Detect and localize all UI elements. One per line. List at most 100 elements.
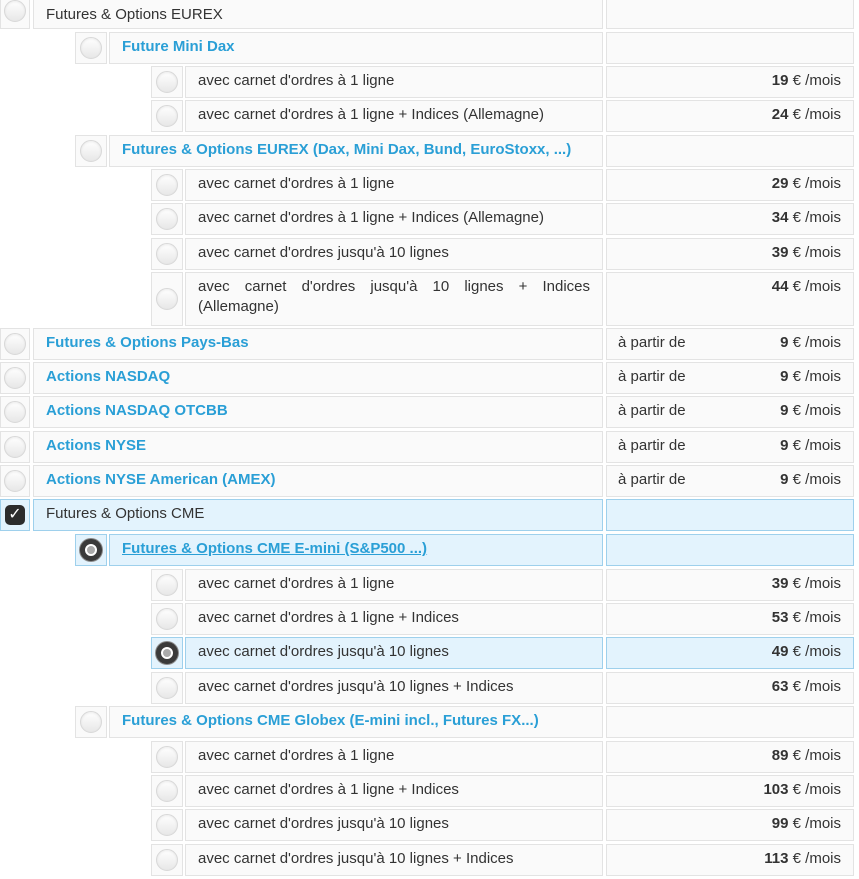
option-radio-cell[interactable] [151, 741, 183, 773]
checkbox-icon[interactable] [4, 436, 26, 458]
option-radio-cell[interactable] [151, 238, 183, 270]
group-radio-cell[interactable] [75, 135, 107, 167]
price-cell: 89 € /mois [606, 741, 854, 773]
radio-icon[interactable] [156, 208, 178, 230]
market-checkbox-cell[interactable] [0, 362, 30, 394]
radio-icon[interactable] [156, 746, 178, 768]
option-row[interactable]: avec carnet d'ordres jusqu'à 10 lignes +… [0, 672, 859, 704]
group-label[interactable]: Futures & Options CME E-mini (S&P500 ...… [109, 534, 603, 566]
group-radio-cell[interactable] [75, 534, 107, 566]
radio-icon[interactable] [156, 105, 178, 127]
option-radio-cell[interactable] [151, 637, 183, 669]
option-radio-cell[interactable] [151, 672, 183, 704]
price-cell: 24 € /mois [606, 100, 854, 132]
radio-selected-icon[interactable] [156, 642, 178, 664]
checkbox-icon[interactable] [4, 401, 26, 423]
radio-icon[interactable] [156, 814, 178, 836]
market-checkbox-cell[interactable] [0, 431, 30, 463]
option-radio-cell[interactable] [151, 169, 183, 201]
option-row-selected[interactable]: avec carnet d'ordres jusqu'à 10 lignes 4… [0, 637, 859, 669]
market-checkbox-cell[interactable] [0, 465, 30, 497]
price: 9 € /mois [780, 334, 841, 351]
option-row[interactable]: avec carnet d'ordres jusqu'à 10 lignes +… [0, 844, 859, 876]
market-checkbox-cell[interactable] [0, 0, 30, 29]
price-from: à partir de [618, 437, 686, 454]
option-row[interactable]: avec carnet d'ordres à 1 ligne 19 € /moi… [0, 66, 859, 98]
group-label[interactable]: Future Mini Dax [109, 32, 603, 64]
market-label[interactable]: Futures & Options Pays-Bas [33, 328, 603, 360]
group-row-cme-emini: Futures & Options CME E-mini (S&P500 ...… [0, 534, 859, 566]
group-radio-cell[interactable] [75, 32, 107, 64]
option-radio-cell[interactable] [151, 809, 183, 841]
market-checkbox-cell[interactable] [0, 396, 30, 428]
group-row-mini-dax: Future Mini Dax [0, 32, 859, 64]
market-label[interactable]: Actions NASDAQ [33, 362, 603, 394]
price: 113 € /mois [764, 850, 841, 867]
option-row[interactable]: avec carnet d'ordres à 1 ligne + Indices… [0, 100, 859, 132]
price: 39 € /mois [771, 244, 841, 261]
price: 39 € /mois [771, 575, 841, 592]
radio-icon[interactable] [156, 608, 178, 630]
radio-icon[interactable] [156, 574, 178, 596]
option-row[interactable]: avec carnet d'ordres à 1 ligne + Indices… [0, 775, 859, 807]
option-radio-cell[interactable] [151, 569, 183, 601]
price: 44 € /mois [771, 278, 841, 295]
option-row[interactable]: avec carnet d'ordres à 1 ligne + Indices… [0, 203, 859, 235]
checkmark-icon[interactable]: ✓ [5, 505, 25, 525]
market-row-cme: ✓ Futures & Options CME [0, 499, 859, 531]
price-cell [606, 706, 854, 738]
radio-icon[interactable] [156, 849, 178, 871]
checkbox-icon[interactable] [4, 470, 26, 492]
option-label: avec carnet d'ordres à 1 ligne [185, 169, 603, 201]
group-link[interactable]: Futures & Options CME E-mini (S&P500 ...… [122, 540, 427, 557]
option-row[interactable]: avec carnet d'ordres jusqu'à 10 lignes 9… [0, 809, 859, 841]
radio-icon[interactable] [156, 780, 178, 802]
option-radio-cell[interactable] [151, 775, 183, 807]
group-label[interactable]: Futures & Options CME Globex (E-mini inc… [109, 706, 603, 738]
option-radio-cell[interactable] [151, 272, 183, 326]
market-row-nyse: Actions NYSE à partir de 9 € /mois [0, 431, 859, 463]
price: 9 € /mois [780, 437, 841, 454]
market-label[interactable]: Futures & Options EUREX [33, 0, 603, 29]
radio-icon[interactable] [156, 677, 178, 699]
price: 103 € /mois [763, 781, 841, 798]
market-label[interactable]: Futures & Options CME [33, 499, 603, 531]
option-radio-cell[interactable] [151, 100, 183, 132]
market-checkbox-cell[interactable]: ✓ [0, 499, 30, 531]
option-row[interactable]: avec carnet d'ordres à 1 ligne 89 € /moi… [0, 741, 859, 773]
price: 63 € /mois [771, 678, 841, 695]
checkbox-icon[interactable] [4, 367, 26, 389]
option-radio-cell[interactable] [151, 844, 183, 876]
option-label: avec carnet d'ordres jusqu'à 10 lignes +… [185, 844, 603, 876]
option-row[interactable]: avec carnet d'ordres jusqu'à 10 lignes 3… [0, 238, 859, 270]
price: 99 € /mois [771, 815, 841, 832]
option-row[interactable]: avec carnet d'ordres à 1 ligne 29 € /moi… [0, 169, 859, 201]
price-cell: 44 € /mois [606, 272, 854, 326]
radio-icon[interactable] [80, 711, 102, 733]
price-cell: à partir de 9 € /mois [606, 465, 854, 497]
price-cell [606, 32, 854, 64]
option-label: avec carnet d'ordres jusqu'à 10 lignes +… [185, 272, 603, 326]
radio-icon[interactable] [156, 288, 178, 310]
radio-icon[interactable] [156, 71, 178, 93]
radio-icon[interactable] [80, 37, 102, 59]
option-radio-cell[interactable] [151, 203, 183, 235]
checkbox-icon[interactable] [4, 333, 26, 355]
radio-icon[interactable] [156, 174, 178, 196]
group-label[interactable]: Futures & Options EUREX (Dax, Mini Dax, … [109, 135, 603, 167]
option-row[interactable]: avec carnet d'ordres à 1 ligne + Indices… [0, 603, 859, 635]
market-label[interactable]: Actions NYSE [33, 431, 603, 463]
radio-selected-icon[interactable] [80, 539, 102, 561]
option-radio-cell[interactable] [151, 66, 183, 98]
market-label[interactable]: Actions NYSE American (AMEX) [33, 465, 603, 497]
radio-icon[interactable] [80, 140, 102, 162]
option-radio-cell[interactable] [151, 603, 183, 635]
market-label[interactable]: Actions NASDAQ OTCBB [33, 396, 603, 428]
group-radio-cell[interactable] [75, 706, 107, 738]
market-checkbox-cell[interactable] [0, 328, 30, 360]
option-row[interactable]: avec carnet d'ordres à 1 ligne 39 € /moi… [0, 569, 859, 601]
radio-icon[interactable] [156, 243, 178, 265]
market-row-pays-bas: Futures & Options Pays-Bas à partir de 9 … [0, 328, 859, 360]
option-row[interactable]: avec carnet d'ordres jusqu'à 10 lignes +… [0, 272, 859, 326]
checkbox-icon[interactable] [4, 0, 26, 22]
